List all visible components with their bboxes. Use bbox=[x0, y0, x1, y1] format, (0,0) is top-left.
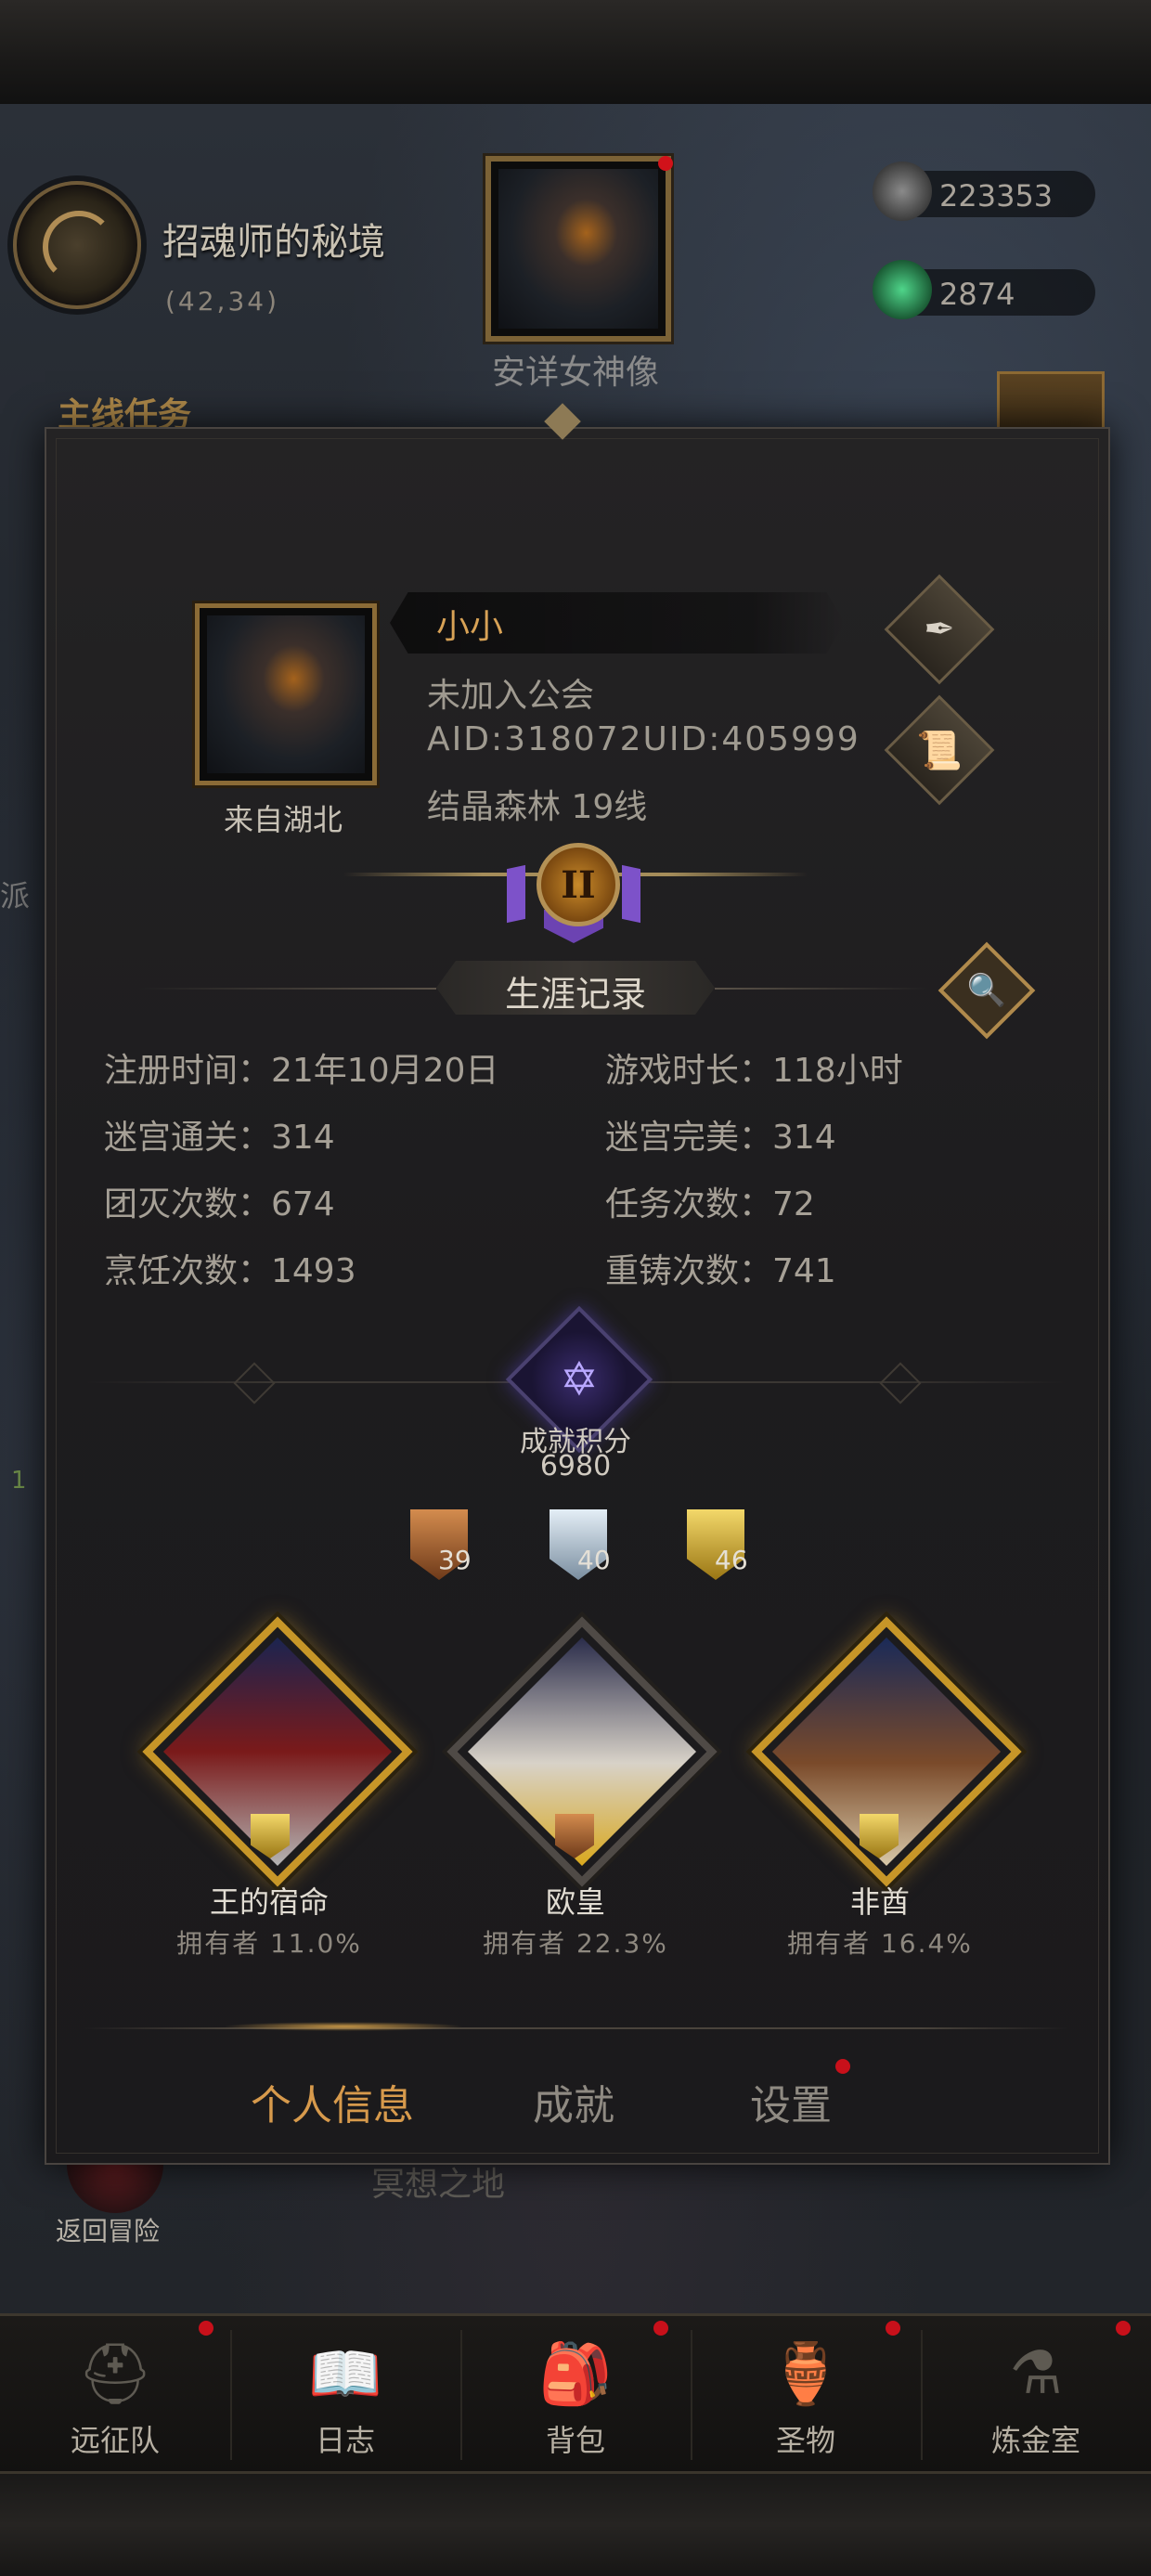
stat-maze-clear: 迷宫通关：314 bbox=[104, 1119, 335, 1157]
stat-register-date: 注册时间：21年10月20日 bbox=[104, 1052, 499, 1090]
title-owner-rate: 拥有者 22.3% bbox=[483, 1928, 668, 1959]
nav-label: 炼金室 bbox=[990, 2423, 1080, 2458]
magnifier-icon: 🔍 bbox=[966, 972, 1007, 1009]
scroll-icon: 📜 bbox=[916, 729, 963, 772]
bronze-count: 39 bbox=[438, 1545, 472, 1575]
title-name: 欧皇 bbox=[545, 1884, 605, 1920]
nav-alchemy[interactable]: ⚗ 炼金室 bbox=[921, 2313, 1151, 2471]
title-name: 王的宿命 bbox=[209, 1884, 329, 1920]
helmet-icon: ⛑ bbox=[77, 2339, 153, 2409]
location-coordinates: (42,34) bbox=[165, 286, 280, 317]
notification-dot bbox=[199, 2321, 213, 2336]
tab-settings[interactable]: 设置 bbox=[750, 2072, 832, 2131]
stat-reforge: 重铸次数：741 bbox=[605, 1252, 836, 1290]
gold-count: 46 bbox=[715, 1545, 748, 1575]
nav-label: 远征队 bbox=[70, 2423, 160, 2458]
notification-dot bbox=[658, 156, 673, 171]
alchemy-icon: ⚗ bbox=[1009, 2339, 1063, 2408]
player-ids[interactable]: AID:318072UID:405999 bbox=[427, 720, 860, 758]
location-emblem-icon[interactable] bbox=[13, 181, 141, 309]
achievement-score: 6980 bbox=[539, 1450, 612, 1482]
rank-badge-icon[interactable]: II bbox=[537, 843, 620, 926]
emerald-icon bbox=[873, 260, 932, 319]
side-text: 派 bbox=[0, 878, 31, 913]
nav-relics[interactable]: 🏺 圣物 bbox=[691, 2313, 921, 2471]
resource-emerald: 2874 bbox=[873, 260, 1095, 319]
nav-journal[interactable]: 📖 日志 bbox=[230, 2313, 460, 2471]
tab-achievements[interactable]: 成就 bbox=[533, 2072, 614, 2131]
journal-icon: 📖 bbox=[308, 2339, 382, 2409]
stat-play-time: 游戏时长：118小时 bbox=[605, 1052, 903, 1090]
guild-status: 未加入公会 bbox=[427, 677, 595, 715]
tab-personal-info[interactable]: 个人信息 bbox=[251, 2072, 414, 2131]
return-adventure-label[interactable]: 返回冒险 bbox=[56, 2211, 160, 2248]
nav-label: 圣物 bbox=[775, 2423, 835, 2458]
divider bbox=[715, 988, 928, 990]
side-text: 1 bbox=[11, 1467, 27, 1495]
location-name: 招魂师的秘境 bbox=[162, 221, 385, 264]
server-line: 结晶森林 19线 bbox=[427, 788, 648, 826]
top-frame bbox=[0, 0, 1151, 107]
stat-party-wipes: 团灭次数：674 bbox=[104, 1185, 335, 1223]
avatar-image bbox=[207, 615, 365, 773]
stat-maze-perfect: 迷宫完美：314 bbox=[605, 1119, 836, 1157]
silver-count: 40 bbox=[577, 1545, 611, 1575]
rank-wing bbox=[507, 864, 525, 924]
notification-dot bbox=[653, 2321, 668, 2336]
shrine-label: 安详女神像 bbox=[491, 354, 659, 392]
stone-icon bbox=[873, 162, 932, 221]
resource-stone: 223353 bbox=[873, 162, 1095, 221]
stat-quests: 任务次数：72 bbox=[605, 1185, 815, 1223]
player-origin: 来自湖北 bbox=[223, 802, 343, 837]
triangle-star-icon: ✡ bbox=[560, 1353, 599, 1406]
notification-dot bbox=[886, 2321, 900, 2336]
player-name: 小小 bbox=[436, 608, 504, 646]
nav-backpack[interactable]: 🎒 背包 bbox=[460, 2313, 691, 2471]
brazier-icon: 🏺 bbox=[769, 2339, 843, 2409]
nav-expedition[interactable]: ⛑ 远征队 bbox=[0, 2313, 230, 2471]
notification-dot bbox=[1116, 2321, 1131, 2336]
resource-value: 2874 bbox=[939, 277, 1015, 312]
title-name: 非酋 bbox=[849, 1884, 910, 1920]
stat-cooking: 烹饪次数：1493 bbox=[104, 1252, 356, 1290]
resource-value: 223353 bbox=[939, 178, 1054, 214]
nav-label: 日志 bbox=[315, 2423, 375, 2458]
bottom-frame bbox=[0, 2471, 1151, 2576]
title-owner-rate: 拥有者 11.0% bbox=[176, 1928, 362, 1959]
active-tab-indicator bbox=[223, 2022, 464, 2031]
shrine-portrait[interactable] bbox=[485, 156, 673, 342]
backpack-icon: 🎒 bbox=[538, 2339, 613, 2409]
shrine-image bbox=[498, 169, 658, 329]
title-owner-rate: 拥有者 16.4% bbox=[787, 1928, 973, 1959]
divider bbox=[139, 988, 436, 990]
nav-label: 背包 bbox=[545, 2423, 605, 2458]
quill-icon: ✒ bbox=[924, 608, 955, 651]
career-title: 生涯记录 bbox=[504, 974, 646, 1015]
notification-dot bbox=[835, 2059, 850, 2074]
rank-wing bbox=[622, 864, 640, 924]
avatar[interactable] bbox=[195, 603, 377, 785]
